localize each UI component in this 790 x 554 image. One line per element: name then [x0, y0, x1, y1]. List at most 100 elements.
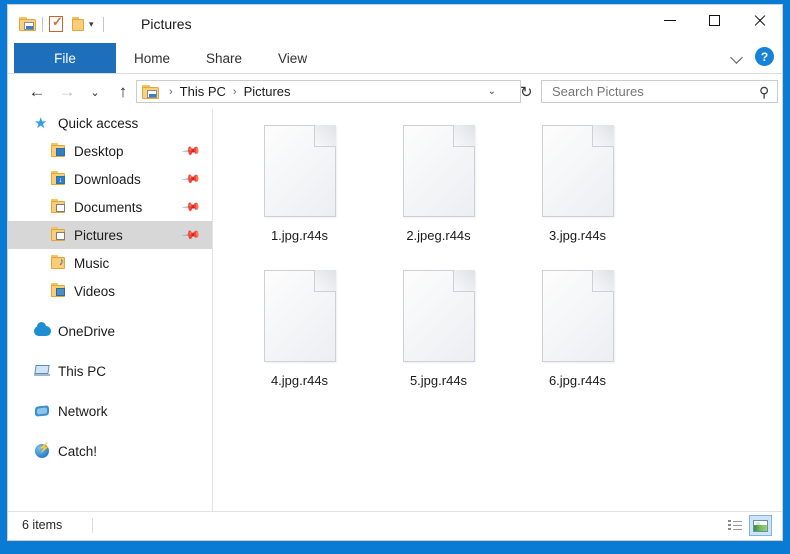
close-button[interactable] [737, 5, 782, 36]
sidebar-item-label: Network [58, 403, 108, 419]
breadcrumb-separator: › [232, 85, 237, 98]
recent-locations-button[interactable]: ⌄ [84, 81, 106, 103]
ribbon-collapse-icon[interactable] [731, 51, 743, 63]
window-controls [647, 5, 782, 36]
pictures-folder-icon [50, 227, 67, 243]
file-name: 3.jpg.r44s [548, 228, 607, 243]
documents-folder-icon [50, 199, 67, 215]
large-icons-view-icon [753, 519, 768, 532]
sidebar-item-music[interactable]: ♪ Music [8, 249, 212, 277]
blank-file-icon [263, 270, 336, 362]
item-count-label: 6 items [22, 518, 63, 532]
network-icon [34, 403, 51, 419]
breadcrumb-pictures[interactable]: Pictures [243, 84, 292, 99]
blank-file-icon [402, 270, 475, 362]
maximize-button[interactable] [692, 5, 737, 36]
file-item[interactable]: 4.jpg.r44s [230, 262, 369, 407]
minimize-icon [663, 20, 676, 21]
sidebar-item-label: OneDrive [58, 323, 116, 339]
chevron-down-icon[interactable]: ▾ [89, 19, 94, 30]
sidebar-item-onedrive[interactable]: OneDrive [8, 317, 212, 345]
blank-file-icon [541, 270, 614, 362]
window-title: Pictures [141, 16, 192, 32]
catch-icon [34, 443, 51, 459]
sidebar-item-label: Quick access [58, 115, 139, 131]
explorer-window: PC risk.com ▾ Pictures File Home [7, 4, 783, 541]
blank-file-icon [402, 125, 475, 217]
sidebar-item-catch[interactable]: Catch! [8, 437, 212, 465]
sidebar-item-label: Catch! [58, 443, 98, 459]
help-button[interactable]: ? [755, 47, 774, 66]
file-item[interactable]: 3.jpg.r44s [508, 117, 647, 262]
file-name: 1.jpg.r44s [270, 228, 329, 243]
sidebar-item-pictures[interactable]: Pictures 📌 [8, 221, 212, 249]
file-name: 4.jpg.r44s [270, 373, 329, 388]
file-grid: 1.jpg.r44s 2.jpeg.r44s 3.jpg.r44s 4.jpg.… [230, 117, 782, 407]
quick-access-toolbar: ▾ [19, 13, 110, 35]
minimize-button[interactable] [647, 5, 692, 36]
file-item[interactable]: 2.jpeg.r44s [369, 117, 508, 262]
search-icon[interactable]: ⚲ [759, 84, 769, 101]
this-pc-icon [34, 363, 51, 379]
file-item[interactable]: 6.jpg.r44s [508, 262, 647, 407]
tab-view[interactable]: View [260, 43, 325, 73]
sidebar-item-label: Documents [74, 199, 143, 215]
back-button[interactable]: ← [26, 81, 48, 103]
pin-icon[interactable]: 📌 [181, 141, 201, 161]
tab-file[interactable]: File [14, 43, 116, 73]
desktop-folder-icon [50, 143, 67, 159]
sidebar-item-label: Desktop [74, 143, 124, 159]
up-button[interactable]: ↑ [112, 81, 134, 103]
address-dropdown-icon[interactable]: ⌄ [488, 86, 496, 97]
refresh-button[interactable]: ↻ [520, 83, 533, 101]
pin-icon[interactable]: 📌 [181, 225, 201, 245]
maximize-icon [709, 15, 720, 26]
forward-button[interactable]: → [56, 81, 78, 103]
close-icon [753, 14, 766, 27]
main-body: ★ Quick access Desktop 📌 ↓ Downloads 📌 D… [8, 109, 782, 513]
sidebar-item-this-pc[interactable]: This PC [8, 357, 212, 385]
search-input[interactable] [550, 83, 749, 100]
details-view-icon [727, 520, 742, 531]
sidebar-item-label: Pictures [74, 227, 123, 243]
sidebar-item-network[interactable]: Network [8, 397, 212, 425]
sidebar-item-videos[interactable]: Videos [8, 277, 212, 305]
sidebar-header-quick-access[interactable]: ★ Quick access [8, 109, 212, 137]
sidebar-item-label: Music [74, 255, 110, 271]
blank-file-icon [263, 125, 336, 217]
file-name: 6.jpg.r44s [548, 373, 607, 388]
star-icon: ★ [34, 115, 48, 132]
status-bar: 6 items [8, 511, 782, 540]
address-bar[interactable]: › This PC › Pictures ⌄ [136, 80, 521, 103]
tab-home[interactable]: Home [116, 43, 188, 73]
file-list-pane[interactable]: 1.jpg.r44s 2.jpeg.r44s 3.jpg.r44s 4.jpg.… [214, 109, 782, 513]
breadcrumb-this-pc[interactable]: This PC [179, 84, 227, 99]
sidebar-item-desktop[interactable]: Desktop 📌 [8, 137, 212, 165]
blank-file-icon [541, 125, 614, 217]
pin-icon[interactable]: 📌 [181, 169, 201, 189]
navigation-bar: ← → ⌄ ↑ › This PC › Pictures ⌄ ↻ ⚲ [8, 74, 782, 109]
qat-divider [42, 16, 43, 32]
breadcrumb-folder-icon [142, 84, 159, 99]
tab-share[interactable]: Share [188, 43, 260, 73]
file-name: 2.jpeg.r44s [406, 228, 471, 243]
sidebar-item-label: Videos [74, 283, 116, 299]
details-view-button[interactable] [723, 515, 746, 536]
properties-icon[interactable] [49, 14, 63, 32]
sidebar-item-label: This PC [58, 363, 107, 379]
file-item[interactable]: 1.jpg.r44s [230, 117, 369, 262]
sidebar-item-documents[interactable]: Documents 📌 [8, 193, 212, 221]
breadcrumb-separator: › [169, 85, 173, 98]
sidebar-item-label: Downloads [74, 171, 141, 187]
sidebar-item-downloads[interactable]: ↓ Downloads 📌 [8, 165, 212, 193]
large-icons-view-button[interactable] [749, 515, 772, 536]
search-box[interactable]: ⚲ [541, 80, 778, 103]
onedrive-icon [34, 322, 51, 339]
downloads-folder-icon: ↓ [50, 171, 67, 187]
new-folder-icon[interactable] [72, 16, 86, 32]
file-item[interactable]: 5.jpg.r44s [369, 262, 508, 407]
pictures-folder-icon[interactable] [19, 17, 36, 31]
pin-icon[interactable]: 📌 [181, 197, 201, 217]
file-name: 5.jpg.r44s [409, 373, 468, 388]
status-divider [92, 518, 93, 533]
